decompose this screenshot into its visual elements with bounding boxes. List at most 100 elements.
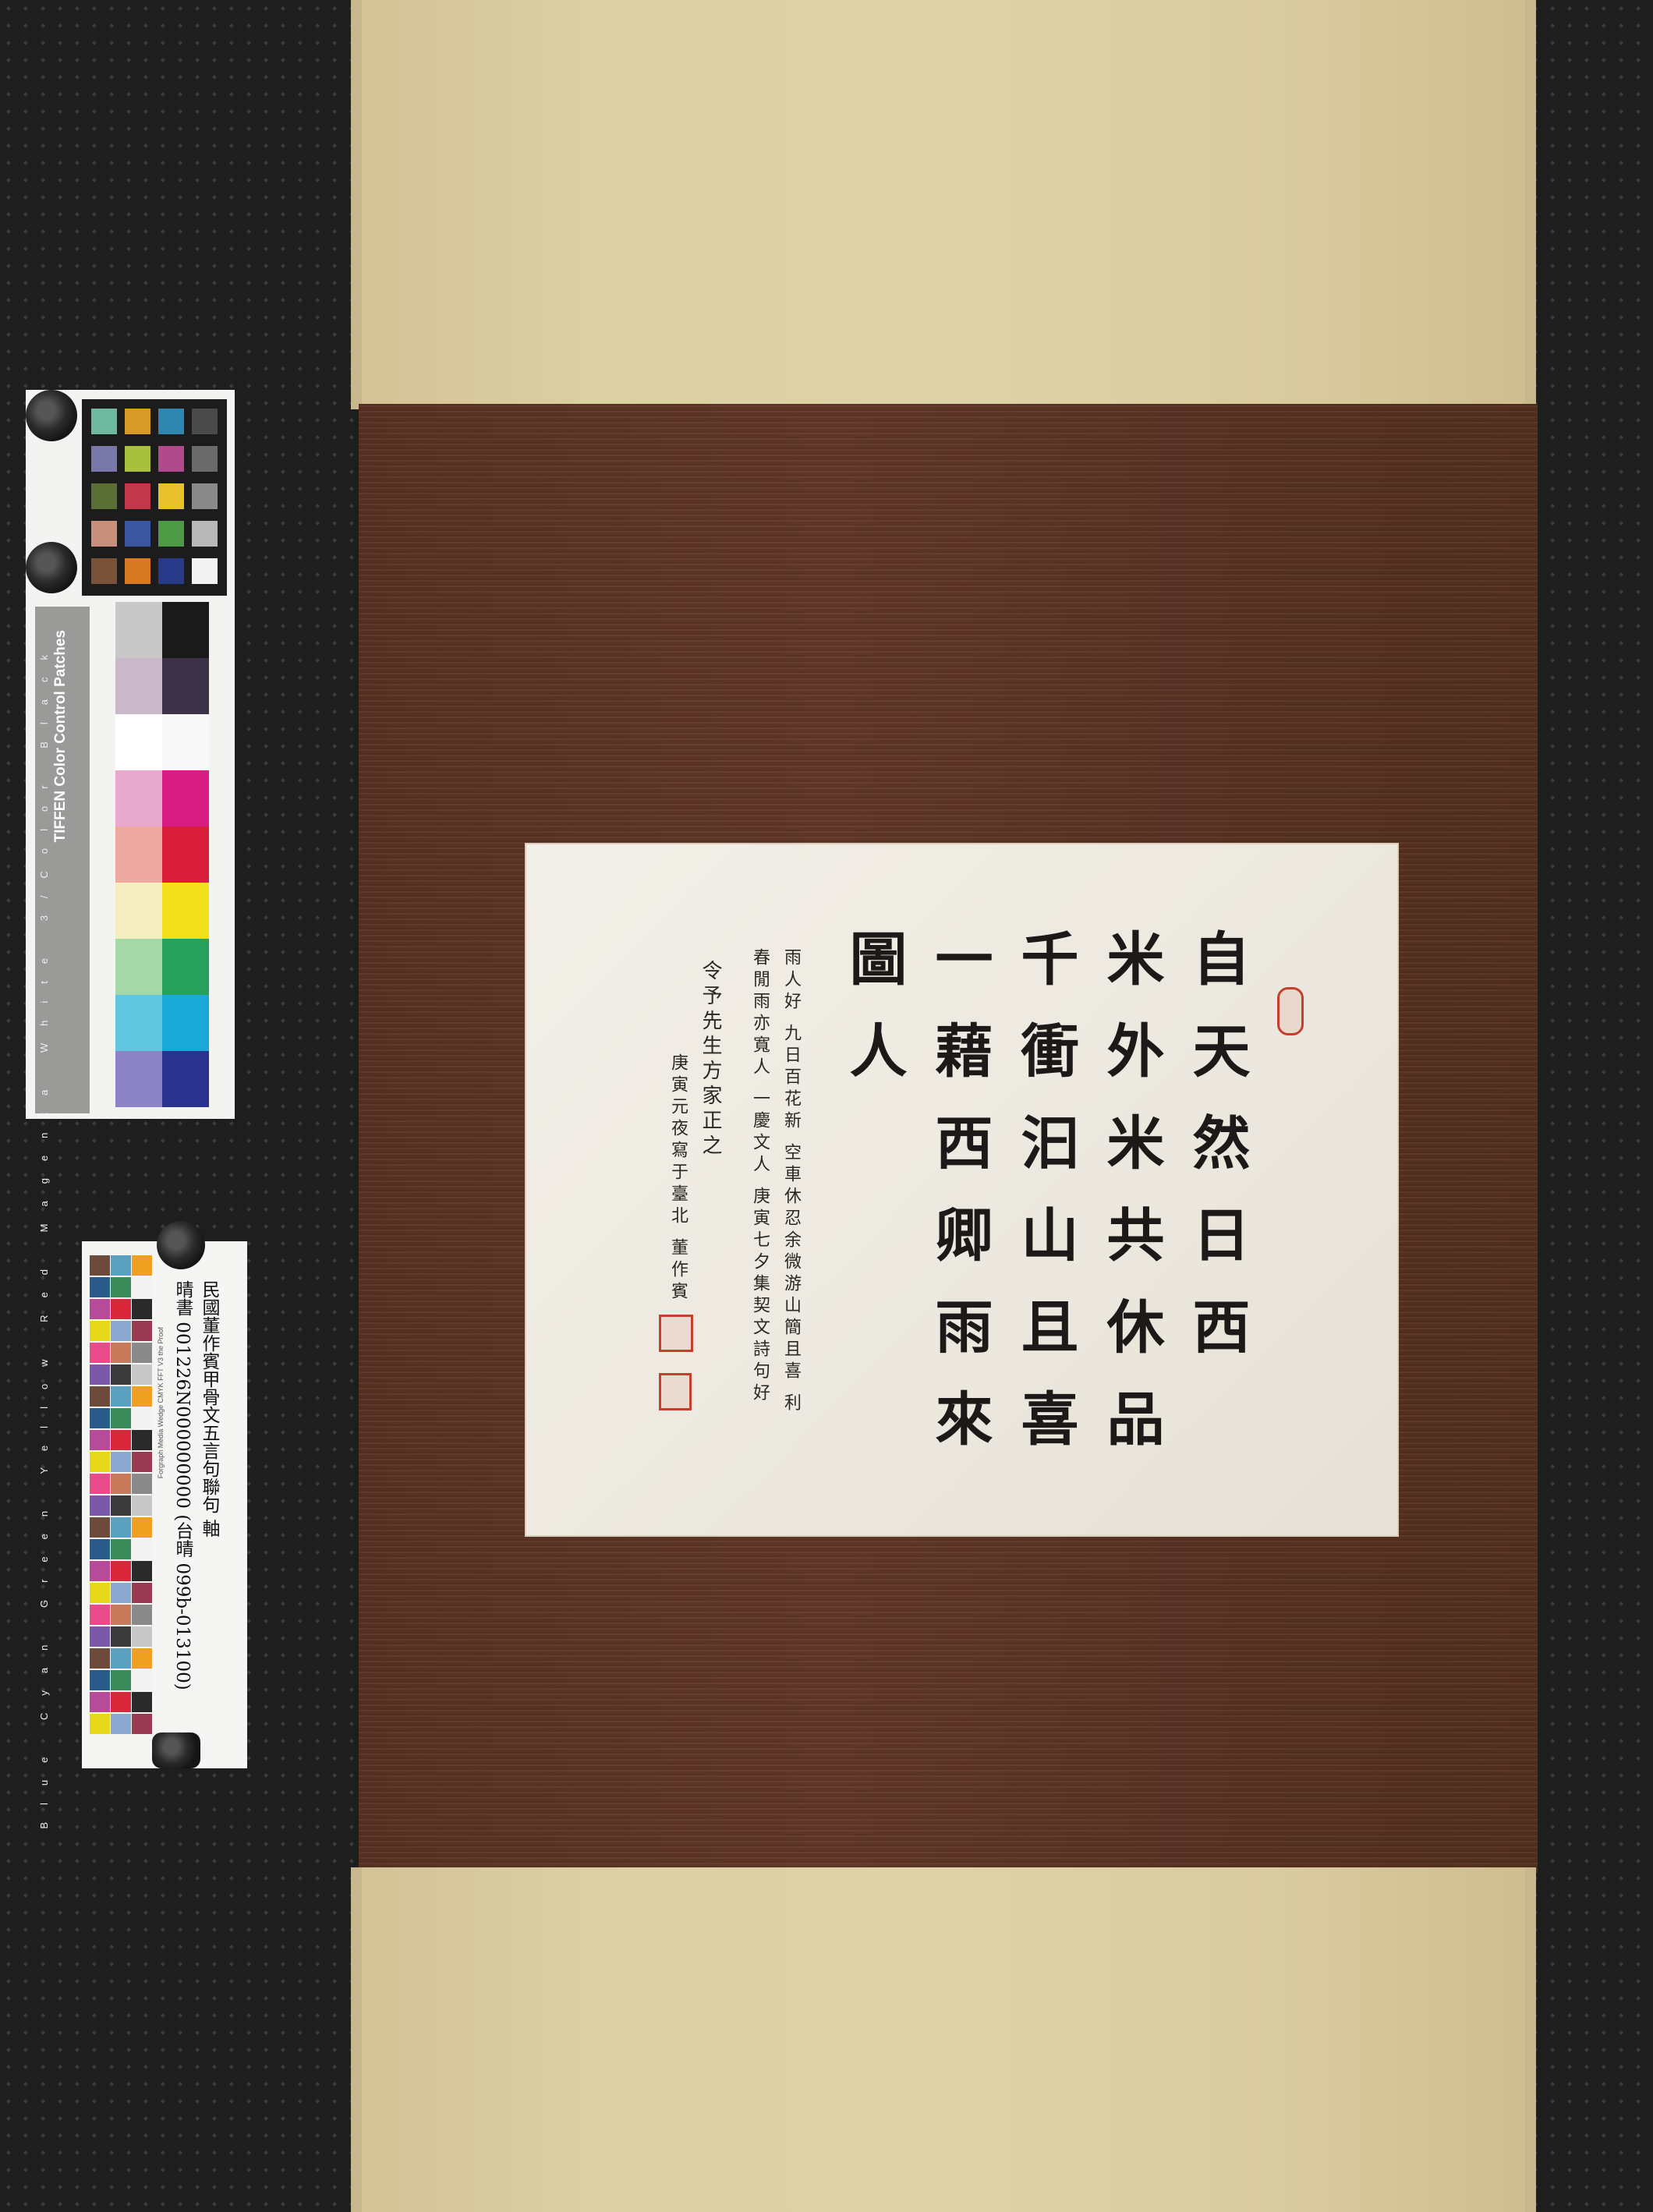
wedge-patch xyxy=(132,1474,152,1494)
wedge-patch xyxy=(90,1583,110,1603)
wedge-patch xyxy=(111,1430,131,1450)
tint-patch xyxy=(115,658,162,714)
tint-patch xyxy=(115,770,162,826)
hanging-scroll: 自天然日西 米外米共休品 千衝汩山且喜 一藉西卿雨來 圖人 雨人好 九日百花新 … xyxy=(343,0,1544,2212)
wedge-patch xyxy=(111,1561,131,1581)
checker-patch xyxy=(91,446,117,472)
wedge-patch xyxy=(132,1605,152,1625)
wedge-patch xyxy=(90,1430,110,1450)
checker-patch xyxy=(91,558,117,584)
inscription-line-3: 令予先生方家正之 xyxy=(699,960,722,1159)
color-control-card: TIFFEN Color Control Patches Blue Cyan G… xyxy=(26,390,235,1829)
wedge-patch xyxy=(90,1321,110,1341)
tint-patch xyxy=(115,826,162,883)
magnet-icon xyxy=(26,542,77,593)
wedge-caption: Forgraph Media Wedge CMYK FFT V3 the Pro… xyxy=(157,1327,165,1479)
tint-patch xyxy=(115,995,162,1051)
checker-patch xyxy=(158,446,184,472)
checker-patch xyxy=(125,521,150,547)
magnet-icon xyxy=(26,390,77,441)
wedge-patch xyxy=(111,1452,131,1472)
solid-patch xyxy=(162,714,209,770)
checker-patch xyxy=(158,558,184,584)
wedge-patch xyxy=(132,1561,152,1581)
color-card-title: TIFFEN Color Control Patches xyxy=(52,630,69,843)
seal-artist-style xyxy=(659,1373,692,1410)
inscription-line-1: 雨人好 九日百花新 空車休忍余微游山簡且喜 利 xyxy=(781,948,801,1415)
wedge-patch xyxy=(90,1561,110,1581)
checker-patch xyxy=(192,409,218,434)
solid-patch xyxy=(162,1051,209,1107)
wedge-patch xyxy=(111,1277,131,1297)
wedge-patch xyxy=(90,1517,110,1538)
seal-artist-name xyxy=(659,1315,693,1352)
wedge-patch xyxy=(132,1343,152,1363)
wedge-patch xyxy=(111,1605,131,1625)
wedge-patch xyxy=(90,1299,110,1319)
wedge-patch xyxy=(90,1364,110,1385)
tint-patch xyxy=(115,939,162,995)
wedge-patch xyxy=(90,1343,110,1363)
artwork-title-label: 民國董作賓甲骨文五言句聯句 軸 xyxy=(199,1280,219,1538)
wedge-patch xyxy=(132,1277,152,1297)
main-line-3: 千衝汩山且喜 xyxy=(1011,929,1078,1481)
wedge-patch xyxy=(132,1670,152,1690)
wedge-patch xyxy=(111,1670,131,1690)
solid-patch xyxy=(162,658,209,714)
scroll-edge-right-bottom xyxy=(1525,1867,1536,2212)
calligraphy-artwork: 自天然日西 米外米共休品 千衝汩山且喜 一藉西卿雨來 圖人 雨人好 九日百花新 … xyxy=(525,843,1399,1537)
wedge-patch xyxy=(90,1605,110,1625)
wedge-patch xyxy=(111,1321,131,1341)
tint-patch xyxy=(115,883,162,939)
seal-opening xyxy=(1277,987,1304,1035)
checker-patch xyxy=(91,409,117,434)
checker-patch xyxy=(125,409,150,434)
top-silk-mounting xyxy=(351,0,1536,409)
checker-patch xyxy=(158,409,184,434)
wedge-patch xyxy=(111,1626,131,1647)
wedge-patch xyxy=(111,1648,131,1669)
wedge-patch xyxy=(132,1517,152,1538)
checker-patch xyxy=(158,483,184,509)
wedge-patch xyxy=(132,1255,152,1276)
brocade-border: 自天然日西 米外米共休品 千衝汩山且喜 一藉西卿雨來 圖人 雨人好 九日百花新 … xyxy=(359,404,1538,1873)
tint-patch xyxy=(115,1051,162,1107)
wedge-patch xyxy=(90,1474,110,1494)
checker-patch xyxy=(192,558,218,584)
wedge-patch xyxy=(132,1386,152,1407)
wedge-patch xyxy=(111,1408,131,1428)
color-strip-labels: Blue Cyan Green Yellow Red Magenta White… xyxy=(38,638,50,1829)
wedge-patch xyxy=(90,1714,110,1734)
wedge-patch xyxy=(132,1321,152,1341)
wedge-patch xyxy=(90,1452,110,1472)
solid-patch xyxy=(162,826,209,883)
checker-patch xyxy=(125,558,150,584)
wedge-patch xyxy=(90,1255,110,1276)
wedge-patch xyxy=(111,1539,131,1559)
solid-patch xyxy=(162,883,209,939)
wedge-patch xyxy=(111,1299,131,1319)
wedge-patch xyxy=(132,1539,152,1559)
wedge-patch xyxy=(132,1648,152,1669)
wedge-patch xyxy=(132,1452,152,1472)
grey-ruler: TIFFEN Color Control Patches Blue Cyan G… xyxy=(35,607,90,1829)
wedge-patch xyxy=(132,1714,152,1734)
checker-patch xyxy=(91,483,117,509)
wedge-patch xyxy=(132,1692,152,1712)
solid-patch xyxy=(162,602,209,658)
checker-patch xyxy=(192,521,218,547)
wedge-patch xyxy=(132,1430,152,1450)
wedge-patch xyxy=(132,1626,152,1647)
wedge-patch xyxy=(111,1386,131,1407)
wedge-patch xyxy=(111,1255,131,1276)
wedge-patch xyxy=(132,1495,152,1516)
wedge-patch xyxy=(111,1474,131,1494)
wedge-patch xyxy=(132,1408,152,1428)
solid-patch xyxy=(162,995,209,1051)
wedge-patch xyxy=(90,1386,110,1407)
wedge-patch xyxy=(90,1408,110,1428)
scroll-edge-left xyxy=(351,0,362,409)
solid-patch xyxy=(162,770,209,826)
catalog-number-label: 晴書 001226N000000000 (台晴 099b-013100) xyxy=(172,1280,193,1690)
catalog-wedge-card: Forgraph Media Wedge CMYK FFT V3 the Pro… xyxy=(82,1221,247,1768)
